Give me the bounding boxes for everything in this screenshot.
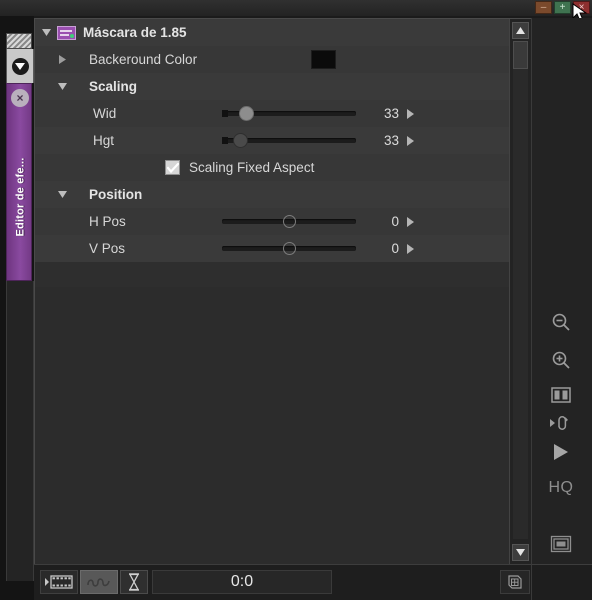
mask-effect-icon (57, 25, 76, 40)
property-label-hgt: Hgt (93, 133, 115, 148)
property-list: Máscara de 1.85 Backeround Color Scaling… (35, 19, 509, 262)
slider-handle[interactable] (239, 106, 254, 121)
sidebar-tab-effect-editor[interactable]: × Editor de efe... (6, 83, 32, 281)
disclosure-triangle-open-icon[interactable] (35, 29, 57, 36)
sidebar-tab-label-wrap: Editor de efe... (7, 114, 31, 279)
timer-icon[interactable] (120, 570, 148, 594)
property-label-h-pos: H Pos (89, 214, 126, 229)
property-row-mask-title[interactable]: Máscara de 1.85 (35, 19, 509, 46)
property-row-wid[interactable]: Wid 33 (35, 100, 509, 127)
property-row-scaling-group[interactable]: Scaling (35, 73, 509, 100)
value-stepper-icon[interactable] (407, 135, 414, 146)
minimize-button[interactable]: – (535, 1, 552, 14)
disclosure-triangle-closed-icon[interactable] (51, 55, 73, 64)
play-icon[interactable] (544, 438, 578, 466)
panel-empty-area (35, 287, 509, 565)
value-stepper-icon[interactable] (407, 108, 414, 119)
property-value-v-pos[interactable]: 0 (365, 241, 399, 256)
scroll-down-arrow-icon[interactable] (512, 544, 529, 561)
waveform-icon[interactable] (80, 570, 118, 594)
property-row-h-pos[interactable]: H Pos 0 (35, 208, 509, 235)
scrollbar-thumb[interactable] (513, 41, 528, 69)
property-row-v-pos[interactable]: V Pos 0 (35, 235, 509, 262)
slider-min-nub (222, 110, 228, 117)
effect-properties-panel: Máscara de 1.85 Backeround Color Scaling… (34, 18, 531, 565)
property-label-wid: Wid (93, 106, 117, 121)
effect-editor-window: – + × × Editor de efe... Máscara de 1.85… (0, 0, 592, 600)
property-row-scaling-fixed-aspect[interactable]: Scaling Fixed Aspect (35, 154, 509, 181)
disclosure-triangle-open-icon[interactable] (51, 83, 73, 90)
left-dock-strip: × Editor de efe... (0, 16, 34, 600)
value-stepper-icon[interactable] (407, 216, 414, 227)
sidebar-tab-label: Editor de efe... (14, 157, 26, 236)
property-label-v-pos: V Pos (89, 241, 126, 256)
slider-handle[interactable] (233, 133, 248, 148)
slider-min-nub (222, 137, 228, 144)
color-swatch-background[interactable] (311, 50, 336, 69)
close-button[interactable]: × (573, 1, 590, 14)
property-label-background-color: Backeround Color (89, 52, 198, 67)
slider-handle[interactable] (283, 242, 296, 255)
bottom-right-corner (531, 564, 592, 600)
maximize-button[interactable]: + (554, 1, 571, 14)
property-value-wid[interactable]: 33 (365, 106, 399, 121)
property-row-hgt[interactable]: Hgt 33 (35, 127, 509, 154)
split-view-icon[interactable] (544, 381, 578, 409)
monitor-icon[interactable] (544, 530, 578, 558)
dock-menu-button[interactable] (6, 49, 34, 83)
slider-h-pos[interactable] (222, 213, 356, 231)
value-stepper-icon[interactable] (407, 243, 414, 254)
timecode-display[interactable]: 0:0 (152, 570, 332, 594)
zoom-in-icon[interactable] (544, 346, 578, 374)
slider-track[interactable] (222, 215, 356, 228)
chevron-down-icon (11, 57, 29, 75)
panel-scrollbar[interactable] (509, 19, 531, 565)
slider-track[interactable] (222, 133, 356, 148)
hq-button[interactable]: HQ (544, 474, 578, 502)
checkbox-scaling-fixed-aspect[interactable] (165, 160, 180, 175)
zoom-out-icon[interactable] (544, 308, 578, 336)
slider-handle[interactable] (283, 215, 296, 228)
slider-track[interactable] (222, 106, 356, 121)
slider-wid[interactable] (222, 105, 356, 123)
scrollbar-track[interactable] (513, 41, 528, 539)
slider-track[interactable] (222, 242, 356, 255)
property-value-h-pos[interactable]: 0 (365, 214, 399, 229)
filmstrip-icon[interactable] (40, 570, 78, 594)
player-status-bar: 0:0 (34, 564, 592, 600)
scroll-up-arrow-icon[interactable] (512, 22, 529, 39)
dock-drag-handle[interactable] (6, 33, 32, 49)
property-row-position-group[interactable]: Position (35, 181, 509, 208)
slider-hgt[interactable] (222, 132, 356, 150)
property-label-scaling: Scaling (89, 79, 138, 94)
loop-playback-icon[interactable] (544, 409, 578, 437)
property-row-background-color[interactable]: Backeround Color (35, 46, 509, 73)
viewer-toolbar: HQ (531, 18, 592, 564)
property-label-position: Position (89, 187, 143, 202)
dock-empty-area (6, 281, 34, 581)
window-controls: – + × (535, 1, 590, 14)
window-titlebar: – + × (0, 0, 592, 16)
slider-v-pos[interactable] (222, 240, 356, 258)
render-icon[interactable] (500, 570, 530, 594)
disclosure-triangle-open-icon[interactable] (51, 191, 73, 198)
page-title: Máscara de 1.85 (83, 25, 187, 40)
close-icon[interactable]: × (11, 89, 29, 107)
property-label-scaling-fixed-aspect: Scaling Fixed Aspect (189, 160, 315, 175)
property-value-hgt[interactable]: 33 (365, 133, 399, 148)
